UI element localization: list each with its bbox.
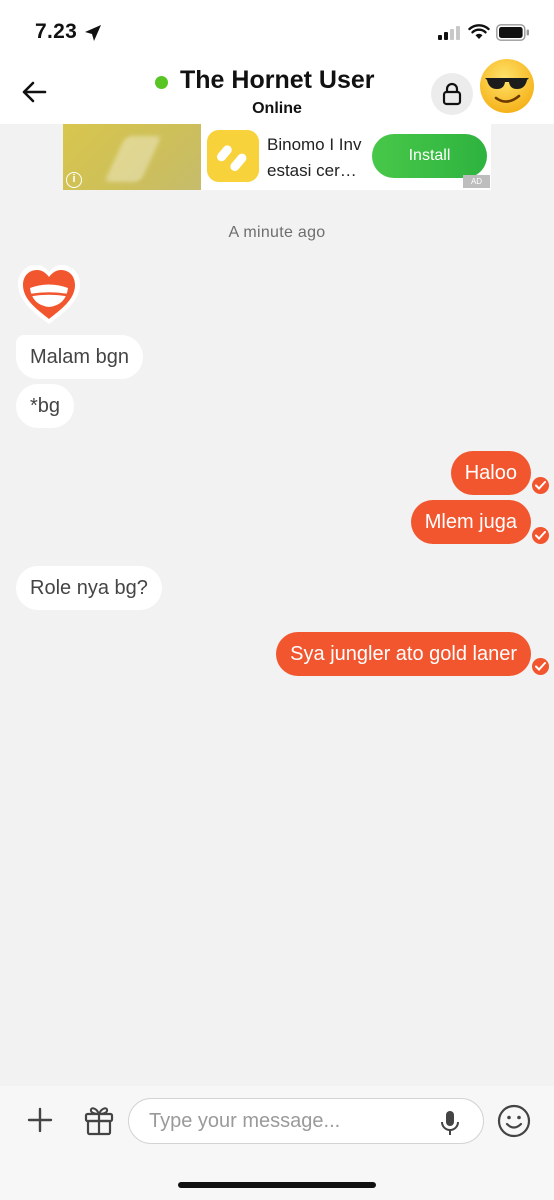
ad-badge: AD — [463, 175, 490, 188]
ad-install-button[interactable]: Install — [372, 134, 487, 178]
ad-text[interactable]: Binomo I Inv estasi cer… — [267, 132, 377, 184]
online-indicator — [155, 76, 168, 89]
battery-icon — [496, 24, 529, 41]
chat-timestamp: A minute ago — [228, 224, 326, 241]
info-icon[interactable]: i — [66, 172, 82, 188]
message-incoming[interactable]: Role nya bg? — [16, 566, 162, 610]
location-arrow-icon — [85, 25, 101, 41]
status-time: 7.23 — [35, 20, 78, 43]
ad-banner[interactable]: i Binomo I Inv estasi cer… Install AD — [63, 124, 491, 190]
message-incoming[interactable]: *bg — [16, 384, 75, 428]
binomo-logo-icon — [207, 130, 259, 182]
cellular-signal-icon — [438, 26, 460, 40]
chat-header: The Hornet User Online — [0, 59, 554, 124]
home-indicator — [178, 1182, 376, 1188]
read-check-icon — [532, 658, 549, 675]
emoji-icon[interactable] — [497, 1104, 531, 1138]
status-bar: 7.23 — [0, 0, 554, 62]
message-incoming[interactable]: Malam bgn — [16, 335, 143, 379]
wifi-icon — [468, 24, 490, 39]
plus-icon[interactable] — [26, 1106, 54, 1134]
lock-icon — [442, 82, 462, 106]
gift-icon[interactable] — [84, 1104, 114, 1136]
microphone-icon[interactable] — [440, 1110, 460, 1136]
read-check-icon — [532, 477, 549, 494]
message-outgoing[interactable]: Sya jungler ato gold laner — [276, 632, 531, 676]
sunglasses-emoji-avatar[interactable] — [479, 58, 535, 114]
ad-image-mark — [104, 136, 162, 182]
read-check-icon — [532, 527, 549, 544]
message-outgoing[interactable]: Mlem juga — [410, 500, 531, 544]
message-outgoing[interactable]: Haloo — [450, 451, 531, 495]
heart-smile-sticker[interactable] — [16, 262, 82, 328]
message-input[interactable] — [128, 1098, 484, 1144]
ad-image[interactable]: i — [63, 124, 201, 190]
contact-name[interactable]: The Hornet User — [180, 66, 374, 95]
lock-button[interactable] — [431, 73, 473, 115]
